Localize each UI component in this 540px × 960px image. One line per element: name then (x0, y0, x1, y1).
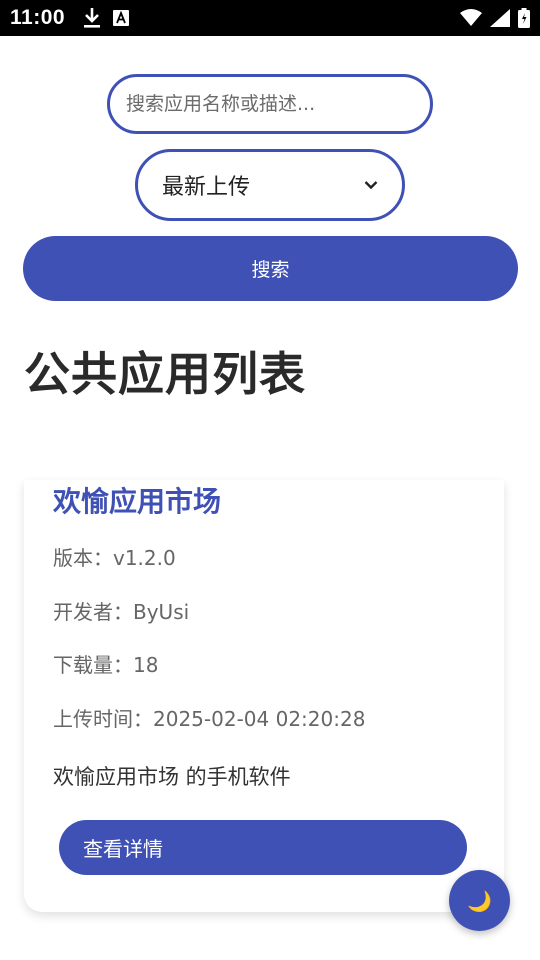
status-time: 11:00 (10, 6, 66, 29)
app-card: 欢愉应用市场 版本：v1.2.0 开发者：ByUsi 下载量：18 上传时间：2… (24, 480, 504, 912)
search-input[interactable] (107, 74, 433, 134)
status-system-icons (460, 8, 530, 28)
app-downloads-label: 下载量： (53, 653, 133, 677)
app-description: 欢愉应用市场 的手机软件 (53, 765, 291, 789)
app-downloads-value: 18 (133, 653, 159, 677)
view-details-button[interactable]: 查看详情 (59, 820, 467, 875)
view-details-label: 查看详情 (83, 837, 163, 861)
app-developer: 开发者：ByUsi (53, 596, 189, 625)
search-button[interactable]: 搜索 (23, 236, 518, 301)
app-developer-label: 开发者： (53, 600, 133, 624)
sort-selected-label: 最新上传 (162, 175, 251, 200)
signal-icon (490, 9, 510, 27)
app-developer-value: ByUsi (133, 600, 190, 624)
font-icon (113, 10, 130, 26)
chevron-down-icon (364, 180, 378, 190)
wifi-icon (460, 9, 482, 27)
battery-icon (518, 8, 530, 28)
theme-toggle-button[interactable]: 🌙 (449, 870, 510, 931)
status-bar: 11:00 (0, 0, 540, 36)
app-version: 版本：v1.2.0 (53, 542, 176, 571)
download-icon (83, 7, 101, 29)
search-button-label: 搜索 (251, 259, 290, 281)
app-downloads: 下载量：18 (53, 649, 158, 678)
app-name: 欢愉应用市场 (53, 485, 222, 518)
moon-icon: 🌙 (467, 888, 492, 913)
app-upload-time-label: 上传时间： (53, 707, 153, 731)
app-upload-time-value: 2025-02-04 02:20:28 (153, 707, 366, 731)
app-upload-time: 上传时间：2025-02-04 02:20:28 (53, 703, 365, 732)
app-version-value: v1.2.0 (113, 546, 176, 570)
status-notification-icons (83, 7, 130, 29)
sort-select[interactable]: 最新上传 (135, 149, 405, 221)
page-title: 公共应用列表 (24, 347, 306, 401)
app-version-label: 版本： (53, 546, 113, 570)
